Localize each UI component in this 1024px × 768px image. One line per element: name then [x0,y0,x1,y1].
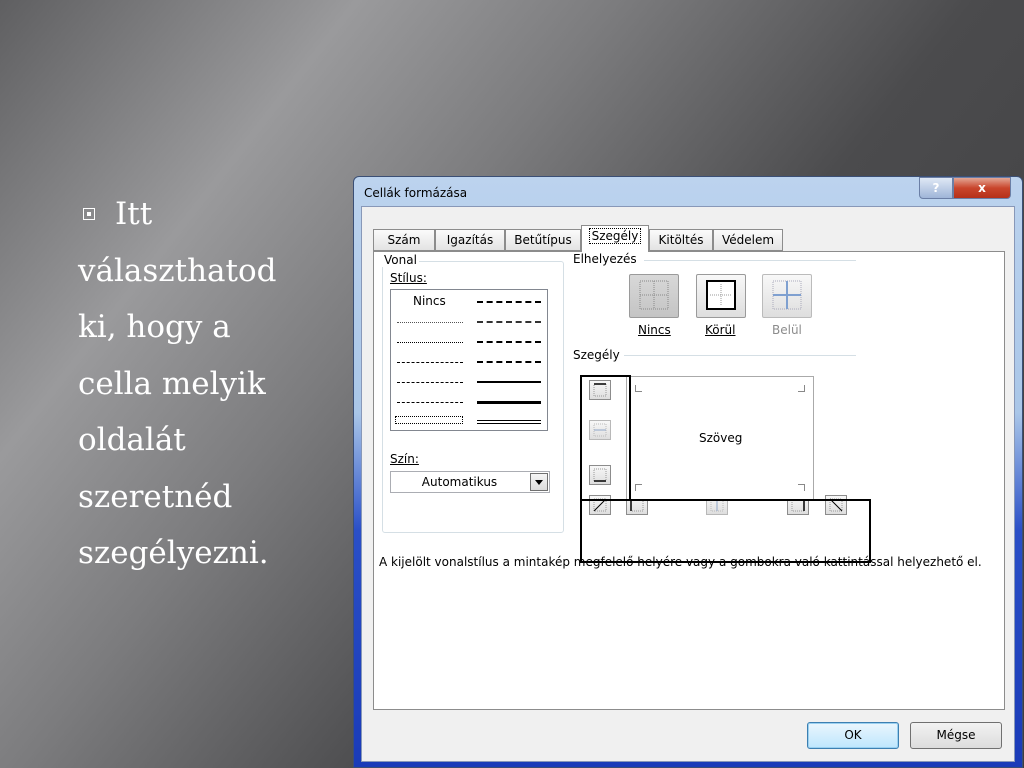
border-separator [624,355,856,356]
style-medium-dashed[interactable] [477,361,541,363]
cancel-button[interactable]: Mégse [910,722,1002,749]
preset-inside-button[interactable] [762,274,812,318]
preview-corner-mark [798,385,805,392]
style-hairline[interactable] [397,322,463,323]
preset-inside-label: Belül [772,323,802,337]
color-label: Szín: [390,452,419,466]
close-button[interactable]: x [953,177,1011,199]
style-dotted[interactable] [397,342,463,343]
tab-protection[interactable]: Védelem [713,229,783,251]
diagonal-up-icon [593,498,607,512]
style-medium-dash-dot-dot[interactable] [477,301,541,303]
slide-line-6: szeretnéd [78,478,233,515]
tab-alignment[interactable]: Igazítás [435,229,505,251]
preview-corner-mark [798,484,805,491]
border-outline-icon [706,280,736,310]
slide-line-2: választhatod [78,252,277,289]
diagonal-down-icon [829,498,843,512]
border-preview[interactable]: Szöveg [626,376,814,500]
border-none-icon [639,280,669,310]
tab-font[interactable]: Betűtípus [505,229,581,251]
style-double[interactable] [477,420,541,424]
tab-border[interactable]: Szegély [581,225,649,252]
chevron-down-icon[interactable] [530,473,548,491]
preview-text: Szöveg [699,431,743,445]
tab-fill[interactable]: Kitöltés [649,229,713,251]
border-inside-horizontal-button[interactable] [589,420,611,440]
preset-none-button[interactable] [629,274,679,318]
dialog-title: Cellák formázása [364,186,468,200]
presets-separator [644,260,856,261]
style-dash-dot-dot[interactable] [397,362,463,363]
border-top-icon [593,383,607,397]
color-select[interactable]: Automatikus [390,471,550,493]
style-dashed[interactable] [397,402,463,403]
preview-corner-mark [635,385,642,392]
style-label: Stílus: [390,271,427,285]
slide-text: Itt választhatod ki, hogy a cella melyik… [78,186,318,582]
border-bottom-icon [593,468,607,482]
border-top-button[interactable] [589,380,611,400]
preset-outline-button[interactable] [696,274,746,318]
style-thick-solid[interactable] [477,401,541,404]
border-label: Szegély [573,348,620,362]
instruction-text: A kijelölt vonalstílus a mintakép megfel… [379,555,982,569]
style-medium-dash-dot[interactable] [477,341,541,343]
border-panel: Vonal Stílus: Nincs Szín: Automatikus El… [373,251,1005,710]
dialog-client: Szám Igazítás Betűtípus Szegély Kitöltés… [361,206,1015,762]
format-cells-dialog: Cellák formázása ? x Szám Igazítás Betűt… [353,176,1023,768]
tab-number[interactable]: Szám [373,229,435,251]
border-inside-icon [772,280,802,310]
border-diagonal-down-button[interactable] [825,495,847,515]
style-slant-dash-dot[interactable] [477,321,541,323]
style-none-option[interactable]: Nincs [413,294,446,308]
ok-button[interactable]: OK [807,722,899,749]
color-select-value: Automatikus [421,475,498,489]
color-label-text: Szín: [390,452,419,466]
preview-corner-mark [635,484,642,491]
preset-none-label: Nincs [638,323,671,337]
line-group-label: Vonal [382,253,419,267]
border-inside-horizontal-icon [593,423,607,437]
slide-line-3: ki, hogy a [78,309,231,345]
line-style-list[interactable]: Nincs [390,289,548,431]
border-bottom-button[interactable] [589,465,611,485]
style-dash-dot[interactable] [397,382,463,383]
help-button[interactable]: ? [919,177,953,199]
slide-line-7: szegélyezni. [78,535,269,571]
style-thin-solid-selected[interactable] [395,416,463,424]
presets-label: Elhelyezés [573,252,637,266]
slide-line-1: Itt [78,186,318,243]
border-diagonal-up-button[interactable] [589,495,611,515]
slide-line-4: cella melyik [78,365,266,402]
style-label-text: Stílus: [390,271,427,285]
bullet-icon [83,208,95,220]
style-medium-solid[interactable] [477,381,541,383]
slide-line-5: oldalát [78,422,186,458]
preset-outline-label: Körül [705,323,736,337]
